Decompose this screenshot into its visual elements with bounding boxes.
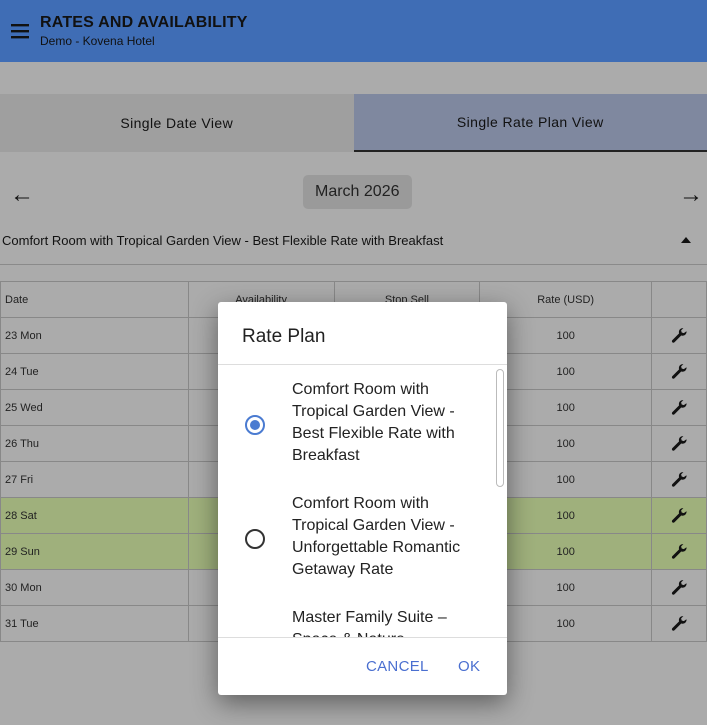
app-bar: RATES AND AVAILABILITY Demo - Kovena Hot… <box>0 0 707 62</box>
previous-month-arrow-icon[interactable]: ← <box>10 181 34 209</box>
rate-plan-option-label: Comfort Room with Tropical Garden View -… <box>292 381 455 464</box>
rate-plan-options-list[interactable]: Comfort Room with Tropical Garden View -… <box>218 365 507 637</box>
wrench-icon[interactable] <box>651 605 707 642</box>
month-label: March 2026 <box>303 175 412 209</box>
hotel-name: Demo - Kovena Hotel <box>40 34 155 48</box>
radio-button[interactable] <box>245 529 265 549</box>
wrench-icon[interactable] <box>651 461 707 498</box>
scrollbar[interactable] <box>496 369 504 487</box>
wrench-icon[interactable] <box>651 533 707 570</box>
tab-single-date-view[interactable]: Single Date View <box>0 94 354 152</box>
date-cell: 26 Thu <box>0 425 189 462</box>
column-header-date: Date <box>0 281 189 318</box>
wrench-icon[interactable] <box>651 317 707 354</box>
rate-plan-dialog: Rate Plan Comfort Room with Tropical Gar… <box>218 302 507 695</box>
rate-plan-selector-label: Comfort Room with Tropical Garden View -… <box>2 233 444 248</box>
rate-plan-option[interactable]: Comfort Room with Tropical Garden View -… <box>218 493 507 583</box>
date-cell: 24 Tue <box>0 353 189 390</box>
rate-plan-option[interactable]: Comfort Room with Tropical Garden View -… <box>218 379 507 469</box>
cancel-button[interactable]: CANCEL <box>366 658 429 675</box>
wrench-icon[interactable] <box>651 353 707 390</box>
dialog-title: Rate Plan <box>242 326 326 347</box>
radio-button-selected[interactable] <box>245 415 265 435</box>
date-cell: 28 Sat <box>0 497 189 534</box>
wrench-icon[interactable] <box>651 569 707 606</box>
date-cell: 30 Mon <box>0 569 189 606</box>
rate-plan-option[interactable]: Master Family Suite – Space & Nature <box>218 607 507 637</box>
date-cell: 27 Fri <box>0 461 189 498</box>
dialog-actions: CANCEL OK <box>218 638 507 695</box>
wrench-icon[interactable] <box>651 497 707 534</box>
app-title: RATES AND AVAILABILITY <box>40 14 248 31</box>
date-cell: 23 Mon <box>0 317 189 354</box>
date-cell: 25 Wed <box>0 389 189 426</box>
date-cell: 29 Sun <box>0 533 189 570</box>
wrench-icon[interactable] <box>651 389 707 426</box>
view-tabs: Single Date View Single Rate Plan View <box>0 94 707 152</box>
column-header-actions <box>651 281 707 318</box>
collapse-arrow-icon[interactable] <box>681 237 691 243</box>
wrench-icon[interactable] <box>651 425 707 462</box>
next-month-arrow-icon[interactable]: → <box>679 181 703 209</box>
rate-plan-option-label: Comfort Room with Tropical Garden View -… <box>292 495 461 578</box>
rate-plan-option-label: Master Family Suite – Space & Nature <box>292 609 447 637</box>
month-navigation: ← March 2026 → <box>0 175 707 211</box>
ok-button[interactable]: OK <box>458 658 480 675</box>
rate-plan-selector[interactable]: Comfort Room with Tropical Garden View -… <box>0 225 707 265</box>
date-cell: 31 Tue <box>0 605 189 642</box>
tab-single-rate-plan-view[interactable]: Single Rate Plan View <box>353 94 707 152</box>
hamburger-menu-icon[interactable] <box>0 0 40 62</box>
